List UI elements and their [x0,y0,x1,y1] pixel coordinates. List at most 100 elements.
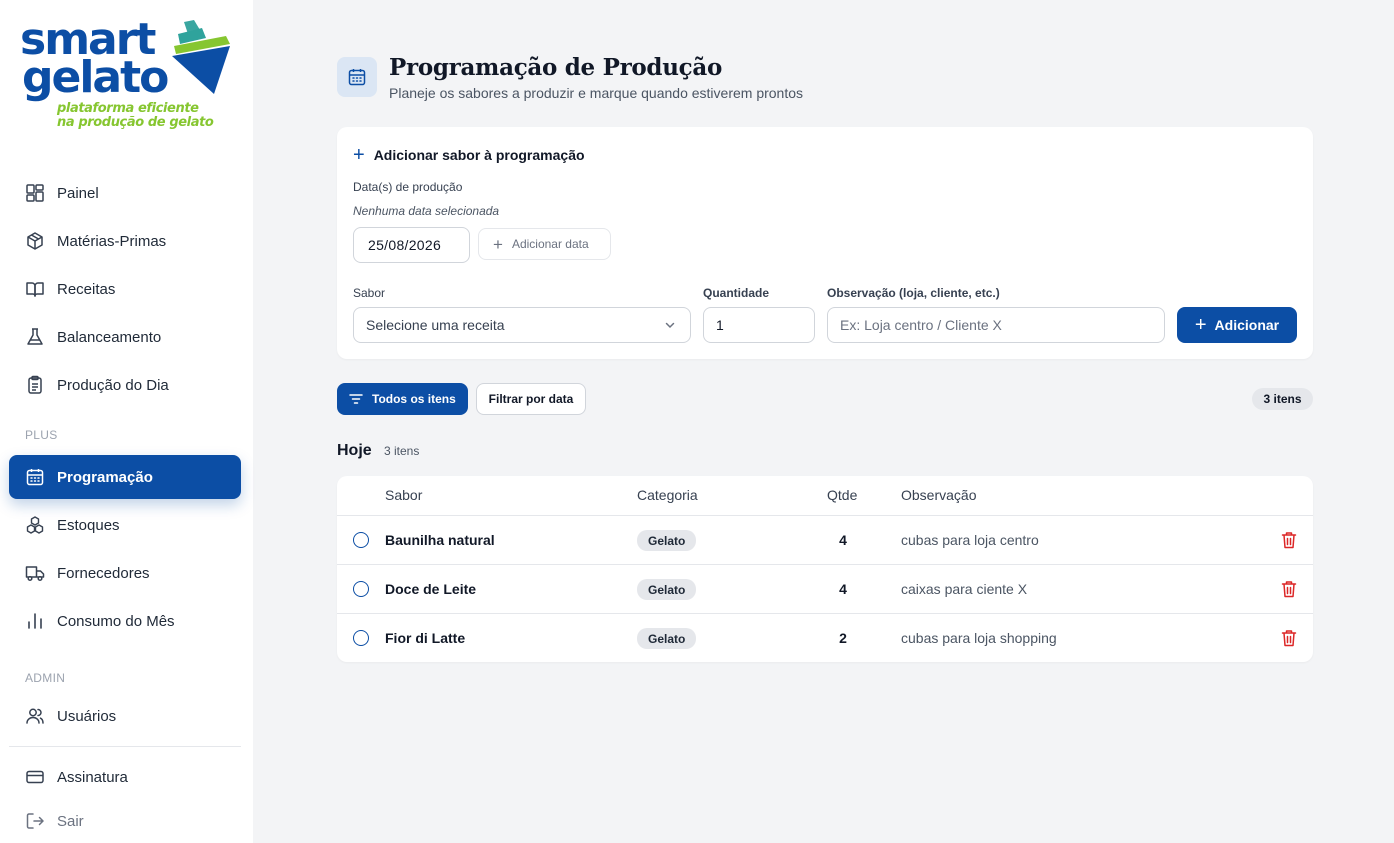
sidebar-item-label: Receitas [57,280,116,298]
row-flavor: Fior di Latte [385,630,466,646]
section-label-admin: ADMIN [25,671,66,685]
add-date-button-label: Adicionar data [511,237,589,251]
flavor-label: Sabor [353,286,386,300]
group-count: 3 itens [384,444,420,458]
total-items-badge: 3 itens [1252,388,1313,410]
filter-icon [349,394,363,404]
add-flavor-card: + Adicionar sabor à programação Data(s) … [337,127,1313,359]
sidebar-item-label: Usuários [57,707,117,725]
sidebar-item-label: Fornecedores [57,564,150,582]
credit-card-icon [25,767,45,787]
logo-word-gelato: gelato [22,52,169,103]
column-header-flavor: Sabor [385,487,423,503]
dashboard-grid-icon [25,183,45,203]
clipboard-list-icon [25,375,45,395]
add-flavor-title-text: Adicionar sabor à programação [373,147,585,163]
category-badge: Gelato [637,628,697,649]
logout-icon [25,811,45,831]
box-icon [25,231,45,251]
boxes-icon [25,515,45,535]
trash-icon[interactable] [1281,531,1297,549]
table-row: Doce de Leite Gelato 4 caixas para cient… [337,564,1313,613]
calendar-icon [348,69,366,86]
sidebar-item-label: Programação [57,468,153,486]
sidebar-item-programacao[interactable]: Programação [9,455,241,499]
sidebar-item-receitas[interactable]: Receitas [9,267,241,311]
add-date-button[interactable]: + Adicionar data [478,228,611,260]
sidebar-item-usuarios[interactable]: Usuários [9,694,241,738]
sidebar-item-painel[interactable]: Painel [9,171,241,215]
note-label: Observação (loja, cliente, etc.) [827,286,1000,300]
sidebar: smart gelato plataforma eficiente na pro… [0,0,253,843]
row-flavor: Baunilha natural [385,532,495,548]
chevron-down-icon [665,322,675,329]
users-icon [25,706,45,726]
filter-all-items-button[interactable]: Todos os itens [337,383,468,415]
filter-by-date-button[interactable]: Filtrar por data [476,383,586,415]
sidebar-item-consumo-do-mes[interactable]: Consumo do Mês [9,599,241,643]
quantity-input[interactable]: 1 [703,307,815,343]
mark-ready-radio[interactable] [353,532,369,548]
schedule-table: Sabor Categoria Qtde Observação Baunilha… [337,476,1313,662]
sidebar-divider [9,746,241,747]
sidebar-item-label: Consumo do Mês [57,612,175,630]
production-date-input[interactable]: 25/08/2026 [353,227,470,263]
brand-logo[interactable]: smart gelato plataforma eficiente na pro… [20,18,232,134]
page-header-icon [337,57,377,97]
add-button[interactable]: + Adicionar [1177,307,1297,343]
row-quantity: 4 [839,532,847,548]
sidebar-item-label: Assinatura [57,768,128,786]
truck-icon [25,563,45,583]
column-header-qty: Qtde [827,487,858,503]
flavor-select[interactable]: Selecione uma receita [353,307,691,343]
column-header-note: Observação [901,487,977,503]
sidebar-item-estoques[interactable]: Estoques [9,503,241,547]
sidebar-item-label: Produção do Dia [57,376,169,394]
note-input[interactable]: Ex: Loja centro / Cliente X [827,307,1165,343]
category-badge: Gelato [637,579,697,600]
sidebar-item-label: Sair [57,812,84,830]
trash-icon[interactable] [1281,629,1297,647]
production-dates-hint: Nenhuma data selecionada [353,204,500,218]
row-quantity: 2 [839,630,847,646]
trash-icon[interactable] [1281,580,1297,598]
table-row: Fior di Latte Gelato 2 cubas para loja s… [337,613,1313,662]
bar-chart-icon [25,611,45,631]
logo-tagline-2: na produção de gelato [57,115,214,130]
logo-tagline-1: plataforma eficiente [57,101,199,116]
sidebar-item-balanceamento[interactable]: Balanceamento [9,315,241,359]
row-quantity: 4 [839,581,847,597]
mark-ready-radio[interactable] [353,581,369,597]
ice-cream-cone-icon [172,20,230,94]
flavor-select-placeholder: Selecione uma receita [366,317,505,333]
sidebar-item-label: Painel [57,184,99,202]
sidebar-item-label: Balanceamento [57,328,162,346]
table-row: Baunilha natural Gelato 4 cubas para loj… [337,515,1313,564]
sidebar-item-fornecedores[interactable]: Fornecedores [9,551,241,595]
filter-all-label: Todos os itens [372,392,456,406]
add-flavor-title: + Adicionar sabor à programação [353,145,585,165]
calendar-icon [25,467,45,487]
page-title: Programação de Produção [389,54,722,81]
row-note: cubas para loja centro [901,532,1039,548]
row-note: cubas para loja shopping [901,630,1057,646]
sidebar-item-producao-do-dia[interactable]: Produção do Dia [9,363,241,407]
group-title: Hoje [337,442,372,459]
plus-icon: + [493,234,503,254]
quantity-label: Quantidade [703,286,770,300]
row-note: caixas para ciente X [901,581,1028,597]
row-flavor: Doce de Leite [385,581,477,597]
plus-icon: + [353,144,365,166]
mark-ready-radio[interactable] [353,630,369,646]
flask-icon [25,327,45,347]
page-subtitle: Planeje os sabores a produzir e marque q… [389,85,804,101]
sidebar-item-materias-primas[interactable]: Matérias-Primas [9,219,241,263]
add-button-label: Adicionar [1214,317,1280,333]
sidebar-item-assinatura[interactable]: Assinatura [9,755,241,799]
section-label-plus: PLUS [25,428,58,442]
plus-icon: + [1194,314,1207,336]
book-icon [25,279,45,299]
sidebar-item-label: Matérias-Primas [57,232,167,250]
production-dates-label: Data(s) de produção [353,180,463,194]
sidebar-item-sair[interactable]: Sair [9,799,241,843]
